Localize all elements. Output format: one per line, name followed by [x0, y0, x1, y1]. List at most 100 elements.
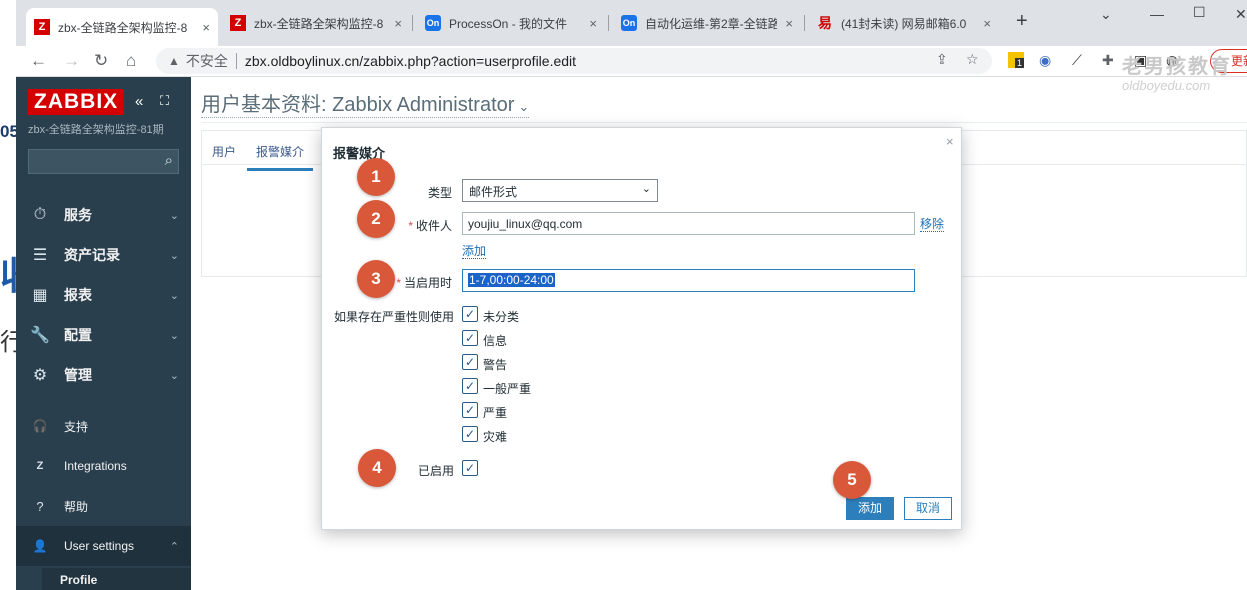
sidebar-item-label: Integrations	[64, 459, 127, 473]
tab-user[interactable]: 用户	[212, 143, 236, 160]
back-icon[interactable]: ←	[30, 51, 47, 71]
address-bar[interactable]: ▲ 不安全 zbx.oldboylinux.cn/zabbix.php?acti…	[156, 48, 992, 74]
browser-tab[interactable]: Z zbx-全链路全架构监控-8 ×	[222, 8, 410, 38]
when-active-label-text: 当启用时	[403, 276, 452, 290]
browser-tab[interactable]: On ProcessOn - 我的文件 ×	[417, 8, 605, 38]
severity-checkbox[interactable]: ✓	[462, 330, 478, 346]
chevron-down-icon: ⌄	[169, 289, 179, 302]
search-input[interactable]: ⌕	[28, 149, 179, 174]
minimize-icon[interactable]: —	[1150, 6, 1164, 22]
sidebar-item-user-settings[interactable]: 👤 User settings ⌃	[16, 526, 191, 566]
sidebar-subitem-profile[interactable]: Profile	[42, 568, 191, 590]
severity-label: 如果存在严重性则使用	[333, 310, 454, 324]
severity-checkbox[interactable]: ✓	[462, 306, 478, 322]
watermark: 老男孩教育	[1122, 56, 1232, 78]
tab-separator	[412, 15, 413, 31]
sidebar-item-label: User settings	[64, 539, 135, 553]
chevron-up-icon: ⌃	[169, 540, 179, 553]
enabled-checkbox[interactable]: ✓	[462, 460, 478, 476]
maximize-icon[interactable]: ☐	[1193, 4, 1206, 21]
annotation-badge: 3	[357, 260, 395, 298]
browser-tab[interactable]: On 自动化运维-第2章-全链路 ×	[613, 8, 801, 38]
browser-tab-strip: Z zbx-全链路全架构监控-8 × Z zbx-全链路全架构监控-8 × On…	[16, 0, 1247, 46]
chevron-down-icon: ⌄	[169, 249, 179, 262]
bookmark-star-icon[interactable]: ☆	[966, 51, 979, 68]
collapse-sidebar-icon[interactable]: «	[135, 93, 143, 110]
extension-badge: 1	[1014, 58, 1024, 68]
kiosk-mode-icon[interactable]: ⛶	[160, 93, 169, 109]
recipient-input[interactable]: youjiu_linux@qq.com	[462, 212, 915, 235]
extension-icon[interactable]: ⟋	[1072, 52, 1082, 69]
sidebar-item-services[interactable]: ⏱ 服务 ⌄	[16, 195, 191, 235]
browser-tab[interactable]: Z zbx-全链路全架构监控-8 ×	[26, 8, 218, 46]
divider	[201, 122, 1247, 123]
remove-recipient-link[interactable]: 移除	[920, 217, 945, 232]
processon-favicon-icon: On	[425, 15, 441, 31]
type-select[interactable]: 邮件形式 ⌄	[462, 179, 658, 202]
background-window-strip: 05 收 行	[0, 77, 16, 590]
type-label: 类型	[427, 186, 452, 200]
screen: 05 收 行 Z zbx-全链路全架构监控-8 × Z zbx-全链路全架构监控…	[0, 0, 1247, 590]
tab-media[interactable]: 报警媒介	[247, 143, 314, 171]
add-button[interactable]: 添加	[846, 497, 894, 520]
when-active-value: 1-7,00:00-24:00	[468, 273, 555, 287]
tab-title: zbx-全链路全架构监控-8	[58, 20, 188, 35]
extension-icon[interactable]: ◉	[1039, 52, 1051, 69]
sidebar-item-administration[interactable]: ⚙ 管理 ⌄	[16, 355, 191, 395]
background-text: 行	[0, 329, 16, 356]
help-icon: ?	[36, 498, 44, 514]
type-select-value: 邮件形式	[469, 185, 518, 199]
user-icon: 👤	[32, 539, 48, 553]
severity-option-label: 信息	[483, 334, 508, 348]
new-tab-button[interactable]: +	[1016, 10, 1028, 33]
close-tab-icon[interactable]: ×	[394, 16, 402, 31]
recipient-label-text: 收件人	[415, 219, 452, 233]
sidebar: ZABBIX « ⛶ zbx-全链路全架构监控-81期 ⌕ ⏱ 服务 ⌄ ☰ 资…	[16, 77, 191, 590]
when-active-input[interactable]: 1-7,00:00-24:00	[462, 269, 915, 292]
warning-icon: ▲	[168, 54, 180, 68]
extension-icon[interactable]: 1	[1008, 52, 1024, 68]
reload-icon[interactable]: ↻	[94, 51, 108, 71]
tab-title: (41封未读) 网易邮箱6.0	[841, 16, 967, 31]
severity-checkbox[interactable]: ✓	[462, 426, 478, 442]
close-window-icon[interactable]: ✕	[1235, 6, 1247, 23]
sidebar-item-configuration[interactable]: 🔧 配置 ⌄	[16, 315, 191, 355]
severity-checkbox[interactable]: ✓	[462, 378, 478, 394]
severity-checkbox[interactable]: ✓	[462, 354, 478, 370]
sidebar-item-label: 帮助	[64, 499, 89, 514]
add-recipient-link[interactable]: 添加	[462, 244, 487, 259]
share-icon[interactable]: ⇪	[936, 51, 948, 68]
mail-favicon-icon: 易	[818, 15, 832, 31]
wrench-icon: 🔧	[30, 327, 50, 344]
sidebar-item-help[interactable]: ? 帮助	[16, 486, 191, 526]
browser-tab[interactable]: 易 (41封未读) 网易邮箱6.0 ×	[809, 8, 999, 38]
annotation-badge: 5	[833, 461, 871, 499]
home-icon[interactable]: ⌂	[126, 51, 136, 71]
sidebar-item-reports[interactable]: ▦ 报表 ⌄	[16, 275, 191, 315]
close-tab-icon[interactable]: ×	[785, 16, 793, 31]
close-tab-icon[interactable]: ×	[589, 16, 597, 31]
services-icon: ⏱	[33, 206, 47, 223]
background-text: 收	[0, 245, 16, 300]
recipient-value: youjiu_linux@qq.com	[468, 217, 583, 231]
chevron-down-icon: ⌄	[169, 209, 179, 222]
close-tab-icon[interactable]: ×	[983, 16, 991, 31]
sidebar-item-support[interactable]: 🎧 支持	[16, 406, 191, 446]
page-title[interactable]: 用户基本资料: Zabbix Administrator ⌄	[201, 88, 530, 118]
close-icon[interactable]: ×	[946, 134, 954, 149]
zabbix-logo[interactable]: ZABBIX	[28, 89, 125, 115]
close-tab-icon[interactable]: ×	[202, 20, 210, 35]
puzzle-extensions-icon[interactable]: ✚	[1102, 52, 1114, 69]
tab-separator	[804, 15, 805, 31]
severity-option-label: 严重	[483, 406, 508, 420]
cancel-button[interactable]: 取消	[904, 497, 952, 520]
page-title-text: 用户基本资料: Zabbix Administrator	[201, 94, 515, 116]
sidebar-item-integrations[interactable]: Z Integrations	[16, 446, 191, 486]
severity-option-label: 一般严重	[483, 382, 532, 396]
sidebar-item-inventory[interactable]: ☰ 资产记录 ⌄	[16, 235, 191, 275]
tab-search-chevron-icon[interactable]: ⌄	[1100, 6, 1112, 23]
severity-checkbox[interactable]: ✓	[462, 402, 478, 418]
chevron-down-icon: ⌄	[641, 183, 651, 195]
severity-option-label: 警告	[483, 358, 508, 372]
forward-icon[interactable]: →	[63, 51, 80, 71]
